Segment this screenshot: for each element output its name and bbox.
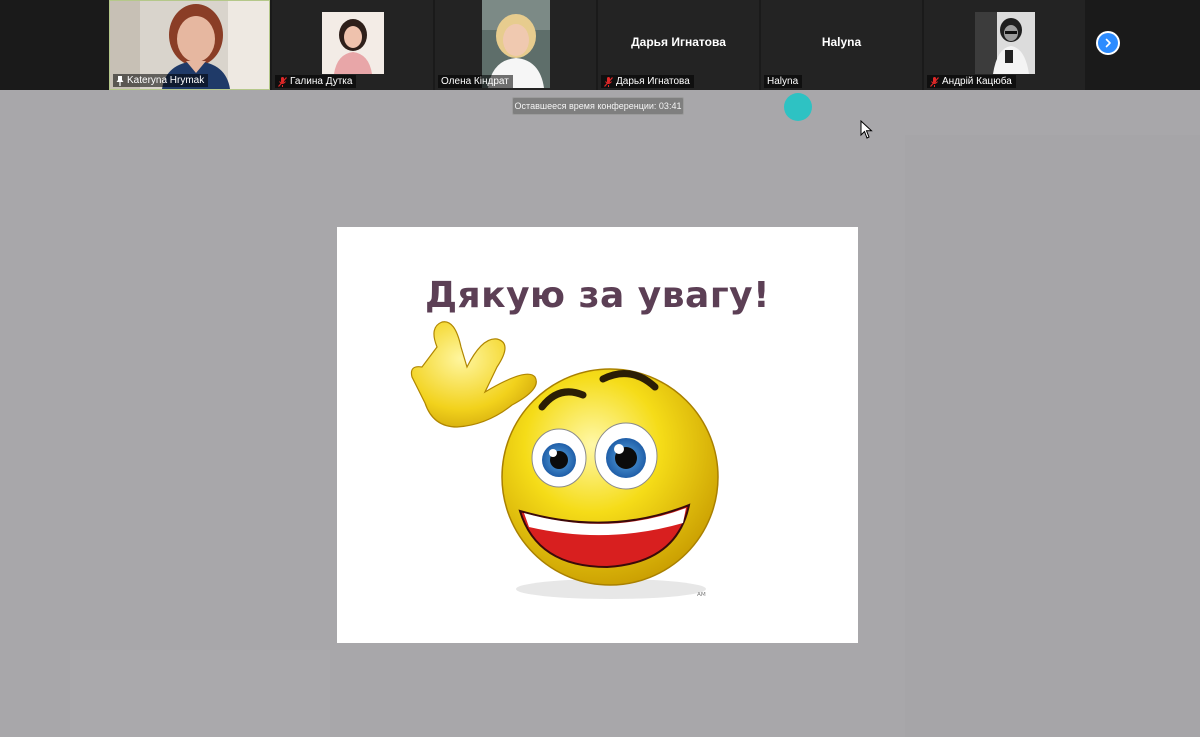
participant-tile[interactable]: Halyna Halyna	[761, 0, 922, 90]
mic-off-icon	[278, 76, 287, 87]
participant-display-name: Дарья Игнатова	[631, 35, 726, 49]
participant-name: Дарья Игнатова	[616, 76, 690, 87]
mic-off-icon	[604, 76, 613, 87]
participant-name: Галина Дутка	[290, 76, 353, 87]
presentation-slide: Дякую за увагу! ᴬᴹ	[337, 227, 858, 643]
next-button-circle	[1098, 33, 1118, 53]
participant-caption: Дарья Игнатова	[601, 75, 694, 88]
participant-tile[interactable]: Олена Кіндрат	[435, 0, 596, 90]
participant-tile[interactable]: Андрій Кацюба	[924, 0, 1085, 90]
participant-caption: Halyna	[764, 75, 803, 88]
zoom-meeting-window: Kateryna Hrymak Галина Дутка Олена Кіндр…	[0, 0, 1200, 737]
participant-caption: Олена Кіндрат	[438, 75, 513, 88]
participant-caption: Галина Дутка	[275, 75, 357, 88]
participant-caption: Kateryna Hrymak	[113, 74, 209, 87]
participant-tile[interactable]: Дарья Игнатова Дарья Игнатова	[598, 0, 759, 90]
participant-name: Олена Кіндрат	[441, 76, 509, 87]
chevron-right-icon	[1105, 38, 1111, 48]
slide-signature: ᴬᴹ	[697, 592, 706, 602]
annotation-pointer	[784, 93, 812, 121]
next-participants-button[interactable]	[1096, 31, 1120, 55]
participant-tile[interactable]: Галина Дутка	[272, 0, 433, 90]
participant-strip: Kateryna Hrymak Галина Дутка Олена Кіндр…	[0, 0, 1200, 90]
waving-smiley-icon: ᴬᴹ	[410, 321, 719, 602]
participant-avatar-photo	[975, 12, 1035, 74]
mic-off-icon	[930, 76, 939, 87]
participant-avatar-photo	[322, 12, 384, 74]
meeting-time-remaining: Оставшееся время конференции: 03:41	[512, 97, 684, 115]
participant-caption: Андрій Кацюба	[927, 75, 1016, 88]
mouse-cursor-icon	[860, 120, 873, 139]
shared-screen-area	[905, 135, 1200, 737]
shared-screen-area	[70, 650, 330, 737]
participant-tile[interactable]: Kateryna Hrymak	[109, 0, 270, 90]
participant-display-name: Halyna	[821, 35, 862, 49]
pin-icon	[116, 75, 124, 86]
participant-name: Андрій Кацюба	[942, 76, 1012, 87]
participant-name: Kateryna Hrymak	[127, 75, 205, 86]
participant-name: Halyna	[767, 76, 799, 87]
